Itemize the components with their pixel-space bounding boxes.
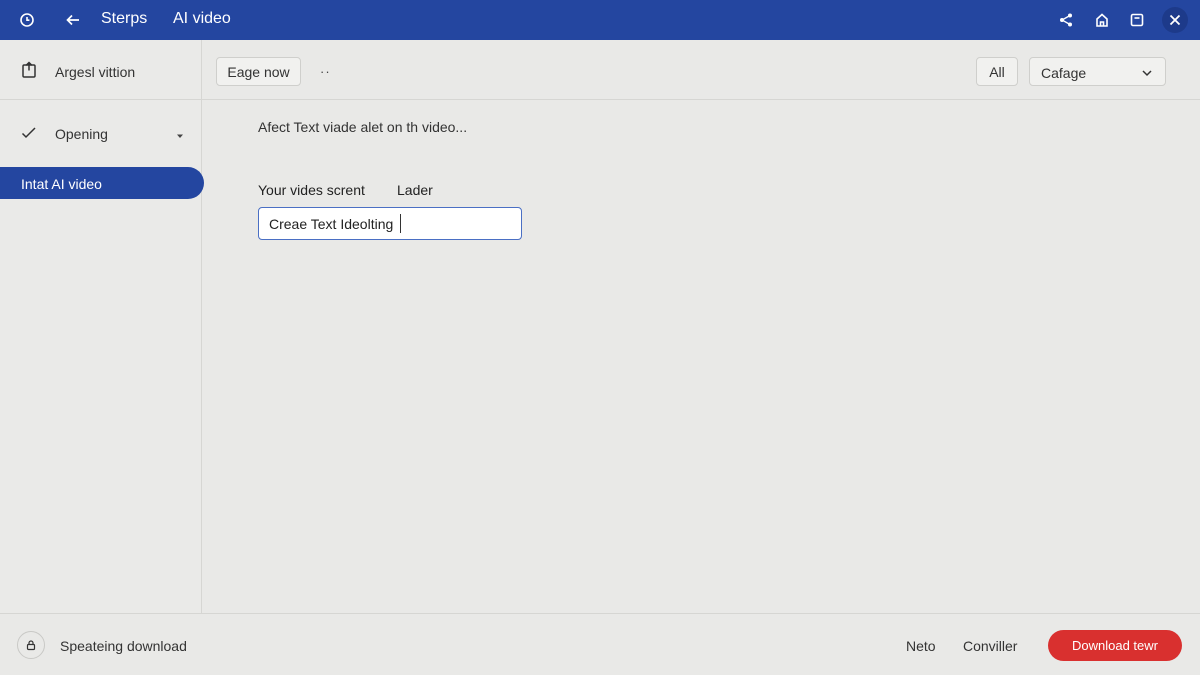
loader-label: Lader (397, 182, 433, 198)
more-options-icon[interactable]: ·· (320, 64, 331, 79)
category-select[interactable]: Cafage (1029, 57, 1166, 86)
status-text: Speateing download (60, 638, 187, 654)
footer-bar: Speateing download Neto Conviller Downlo… (0, 613, 1200, 675)
share-icon[interactable] (1055, 9, 1077, 31)
sidebar-item-opening[interactable]: Opening (0, 118, 201, 148)
download-button[interactable]: Download tewr (1048, 630, 1182, 661)
breadcrumb[interactable]: Sterps (101, 10, 147, 28)
page-now-button[interactable]: Eage now (216, 57, 301, 86)
category-select-value: Cafage (1041, 65, 1087, 81)
clock-icon[interactable] (16, 9, 38, 31)
caret-down-icon[interactable] (175, 128, 185, 146)
sidebar-item-label: Opening (55, 126, 108, 142)
check-icon (20, 124, 38, 147)
all-filter-button[interactable]: All (976, 57, 1018, 86)
upload-icon (20, 61, 38, 84)
video-script-input[interactable] (258, 207, 522, 240)
close-icon[interactable] (1162, 7, 1188, 33)
sidebar-header[interactable]: Argesl vittion (0, 40, 201, 100)
toolbar: Eage now ·· All Cafage (202, 40, 1200, 100)
sidebar-header-label: Argesl vittion (55, 64, 136, 80)
video-script-label: Your vides scrent (258, 182, 365, 198)
back-arrow-icon[interactable] (62, 9, 84, 31)
window-title: AI video (173, 10, 231, 27)
sidebar: Argesl vittion Opening Intat AI video (0, 40, 204, 613)
home-icon[interactable] (1091, 9, 1113, 31)
text-caret (400, 214, 401, 233)
main-hint-text: Afect Text viade alet on th video... (258, 119, 468, 135)
title-bar: Sterps AI video (0, 0, 1200, 40)
sidebar-item-ai-video[interactable]: Intat AI video (0, 167, 204, 199)
chevron-down-icon (1141, 66, 1153, 82)
cancel-button[interactable]: Conviller (963, 638, 1017, 654)
lock-icon[interactable] (17, 631, 45, 659)
window-icon[interactable] (1126, 9, 1148, 31)
app-window: Sterps AI video Argesl vittion Opening I… (0, 0, 1200, 675)
next-button[interactable]: Neto (906, 638, 936, 654)
